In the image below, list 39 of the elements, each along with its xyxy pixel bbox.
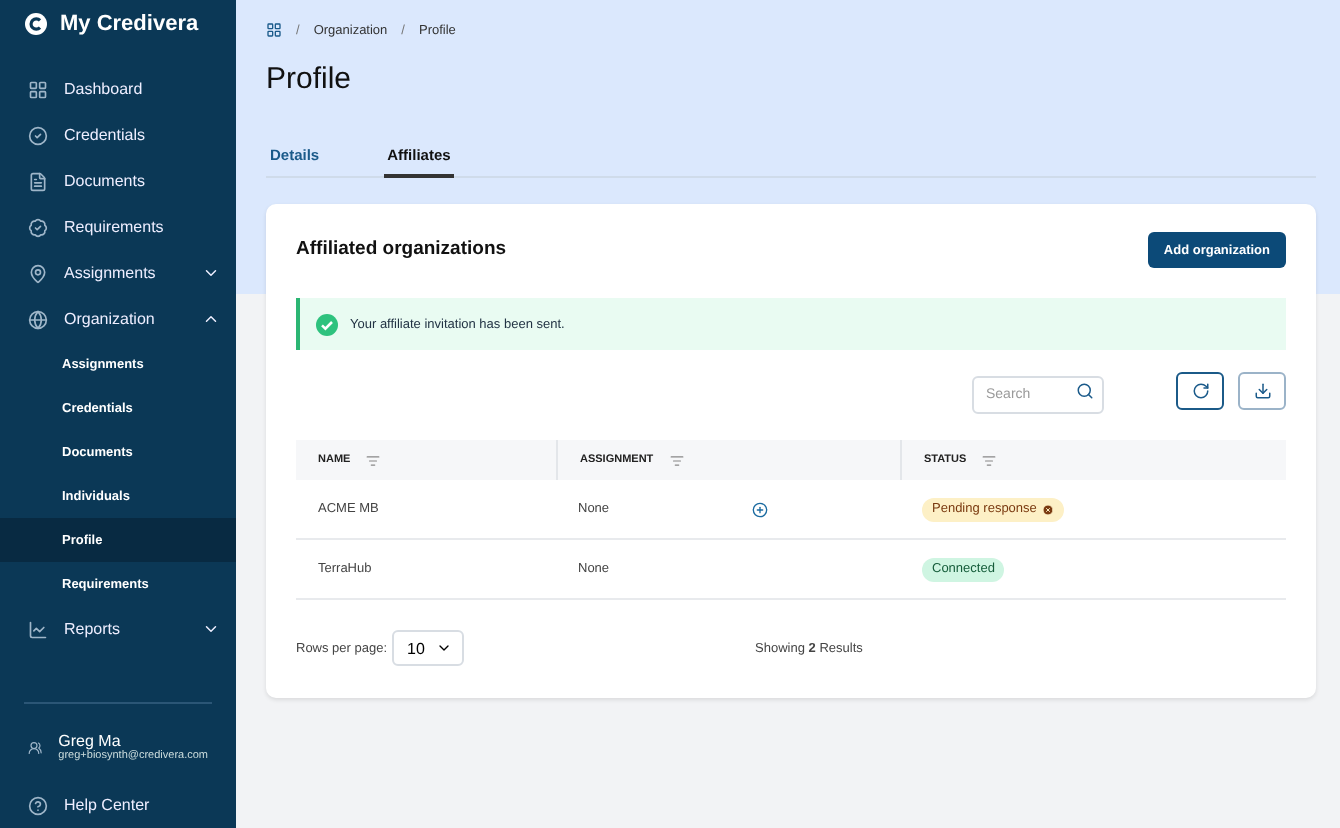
nav-item[interactable]: Assignments: [0, 250, 236, 296]
filter-icon[interactable]: [366, 453, 381, 467]
nav-item[interactable]: Requirements: [0, 204, 236, 250]
rows-per-page-select[interactable]: 10: [391, 630, 464, 666]
pin-icon: [28, 263, 48, 283]
check-circle-icon: [316, 313, 338, 335]
grid-icon: [28, 79, 48, 99]
download-button[interactable]: [1238, 372, 1286, 410]
brand-name: My Credivera: [60, 12, 199, 36]
user-icon: [28, 737, 43, 757]
download-icon: [1253, 382, 1271, 400]
nav-item[interactable]: Help Center: [0, 782, 236, 828]
chevron-down-icon: [435, 640, 452, 656]
filter-icon[interactable]: [669, 453, 684, 467]
refresh-icon: [1191, 382, 1209, 400]
nav-item[interactable]: Documents: [0, 158, 236, 204]
page-title: Profile: [266, 62, 354, 96]
chevron-down-icon: [202, 620, 220, 638]
document-icon: [28, 171, 48, 191]
logo-icon: [24, 12, 48, 36]
search-icon: [1076, 382, 1094, 400]
add-icon[interactable]: [752, 501, 768, 517]
nav-item[interactable]: Organization: [0, 296, 236, 342]
user-name: Greg Ma: [58, 732, 123, 750]
nav-item[interactable]: Dashboard: [0, 66, 236, 112]
home-icon[interactable]: [266, 22, 282, 38]
help-icon: [28, 795, 48, 815]
x-circle-icon: [1042, 503, 1055, 515]
nav-item[interactable]: Reports: [0, 606, 236, 652]
chevron-up-icon: [202, 310, 220, 328]
chevron-down-icon: [202, 264, 220, 282]
badge-icon: [28, 217, 48, 237]
card-title: Affiliated organizations: [296, 238, 507, 260]
refresh-button[interactable]: [1176, 372, 1224, 410]
filter-icon[interactable]: [982, 453, 997, 467]
nav-item[interactable]: Credentials: [0, 112, 236, 158]
chart-icon: [28, 619, 48, 639]
check-circle-icon: [28, 125, 48, 145]
globe-icon: [28, 309, 48, 329]
